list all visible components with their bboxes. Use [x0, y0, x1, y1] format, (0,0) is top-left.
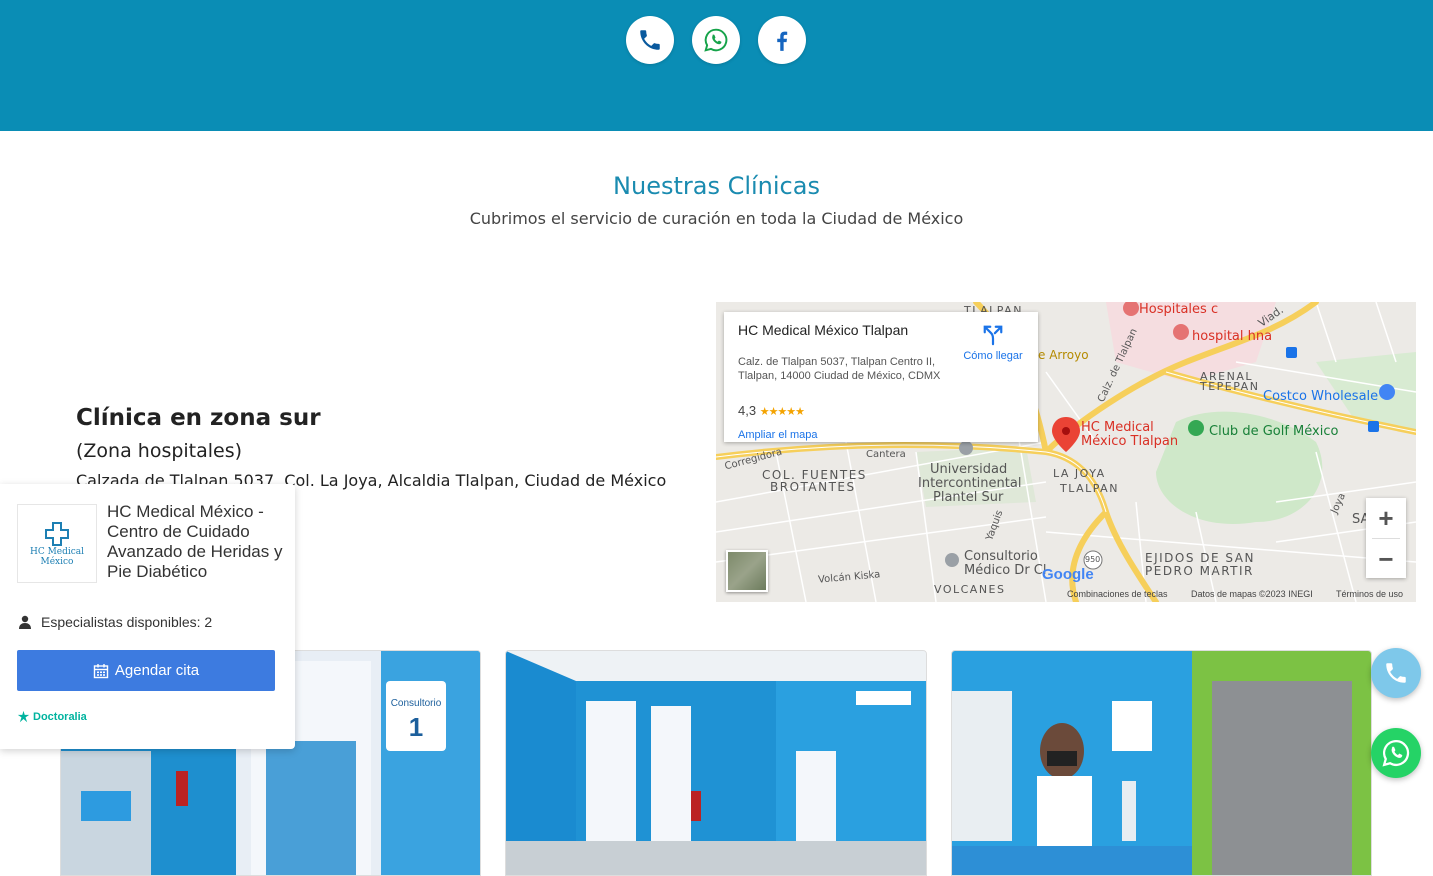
clinic-logo: HC Medical México [17, 504, 97, 583]
map-label-hospitales[interactable]: Hospitales c [1139, 302, 1218, 317]
map-label-cantera: Cantera [866, 449, 906, 460]
section-title: Nuestras Clínicas [613, 172, 820, 200]
floating-whatsapp-button[interactable] [1371, 728, 1421, 778]
consultorio-sign: Consultorio [391, 698, 442, 709]
specialists-count: Especialistas disponibles: 2 [17, 614, 212, 630]
logo-text-2: México [40, 556, 74, 567]
clinic-name: Clínica en zona sur [76, 405, 321, 431]
map-label-universidad-3[interactable]: Plantel Sur [933, 490, 1003, 505]
route-950-label: 950 [1085, 555, 1101, 564]
map-label-brotantes: BROTANTES [770, 480, 856, 494]
phone-social-button[interactable] [626, 16, 674, 64]
doctoralia-brand-link[interactable]: Doctoralia [17, 710, 87, 723]
book-appointment-button[interactable]: Agendar cita [17, 650, 275, 691]
map-label-ejidos-2: PEDRO MARTIR [1145, 564, 1254, 578]
map-label-club-golf[interactable]: Club de Golf México [1209, 424, 1338, 439]
map-label-arroyo: e Arroyo [1038, 348, 1089, 362]
map-label-tepepan: TEPEPAN [1200, 380, 1260, 393]
map-label-consultorio-2[interactable]: Médico Dr Cl [964, 563, 1047, 578]
hallway-photo-2 [506, 651, 926, 875]
terms-link[interactable]: Términos de uso [1336, 589, 1403, 599]
map-label-la-joya: LA JOYA [1053, 467, 1106, 480]
phone-icon [640, 30, 660, 50]
doctoralia-widget: HC Medical México HC Medical México - Ce… [0, 484, 295, 749]
logo-text-1: HC Medical [29, 546, 85, 557]
book-appointment-label: Agendar cita [114, 662, 200, 679]
doctor-icon [19, 615, 31, 629]
phone-icon [1386, 663, 1406, 683]
map-label-universidad-1[interactable]: Universidad [930, 462, 1007, 477]
directions-label: Cómo llegar [963, 350, 1023, 362]
zoom-in-button[interactable]: + [1366, 498, 1406, 538]
clinic-photo-3 [951, 650, 1372, 876]
keyboard-shortcuts-link[interactable]: Combinaciones de teclas [1067, 589, 1168, 599]
map-label-hc-medical-2[interactable]: México Tlalpan [1081, 434, 1178, 449]
reception-photo [952, 651, 1371, 875]
rating-value: 4,3 [738, 403, 757, 418]
doctoralia-logo-icon [17, 710, 30, 723]
map-footer: Combinaciones de teclas Datos de mapas ©… [716, 586, 1416, 602]
specialists-label: Especialistas disponibles: 2 [41, 614, 213, 630]
floating-phone-button[interactable] [1371, 648, 1421, 698]
map-label-hospital-hna[interactable]: hospital hna [1192, 329, 1272, 344]
map-label-hc-medical-1[interactable]: HC Medical [1081, 420, 1154, 435]
map-data-attribution: Datos de mapas ©2023 INEGI [1191, 589, 1313, 599]
facebook-social-button[interactable] [758, 16, 806, 64]
google-logo: Google [1042, 566, 1094, 583]
whatsapp-social-button[interactable] [692, 16, 740, 64]
map-label-costco[interactable]: Costco Wholesale [1263, 389, 1378, 404]
place-address: Calz. de Tlalpan 5037, Tlalpan Centro II… [738, 356, 941, 382]
widget-clinic-name[interactable]: HC Medical México - Centro de Cuidado Av… [107, 502, 287, 582]
calendar-icon [93, 663, 109, 678]
map-label-universidad-2[interactable]: Intercontinental [918, 476, 1021, 491]
place-rating: 4,3 ★★★★★ [738, 403, 805, 418]
directions-link[interactable]: Cómo llegar [958, 324, 1028, 362]
rating-stars: ★★★★★ [759, 406, 805, 418]
whatsapp-icon [1382, 739, 1410, 767]
google-map[interactable]: TLALPAN Hospitales c hospital hna Viad. … [716, 302, 1416, 602]
medical-cross-icon [45, 521, 69, 546]
doctoralia-brand-label: Doctoralia [33, 710, 87, 723]
clinic-photo-2 [505, 650, 927, 876]
map-label-tlalpan-mid: TLALPAN [1060, 482, 1119, 495]
place-info-card: HC Medical México Tlalpan Calz. de Tlalp… [724, 312, 1038, 442]
enlarge-map-link[interactable]: Ampliar el mapa [738, 429, 817, 441]
zoom-out-button[interactable]: − [1366, 539, 1406, 579]
directions-icon [983, 325, 1003, 346]
facebook-icon [777, 31, 788, 51]
consultorio-number: 1 [409, 712, 423, 742]
map-label-ejidos-1: EJIDOS DE SAN [1145, 551, 1255, 565]
map-label-consultorio-1[interactable]: Consultorio [964, 549, 1038, 564]
clinic-zone: (Zona hospitales) [76, 440, 243, 462]
whatsapp-icon [704, 28, 728, 52]
section-subtitle: Cubrimos el servicio de curación en toda… [469, 209, 964, 228]
zoom-controls: + − [1366, 498, 1406, 578]
